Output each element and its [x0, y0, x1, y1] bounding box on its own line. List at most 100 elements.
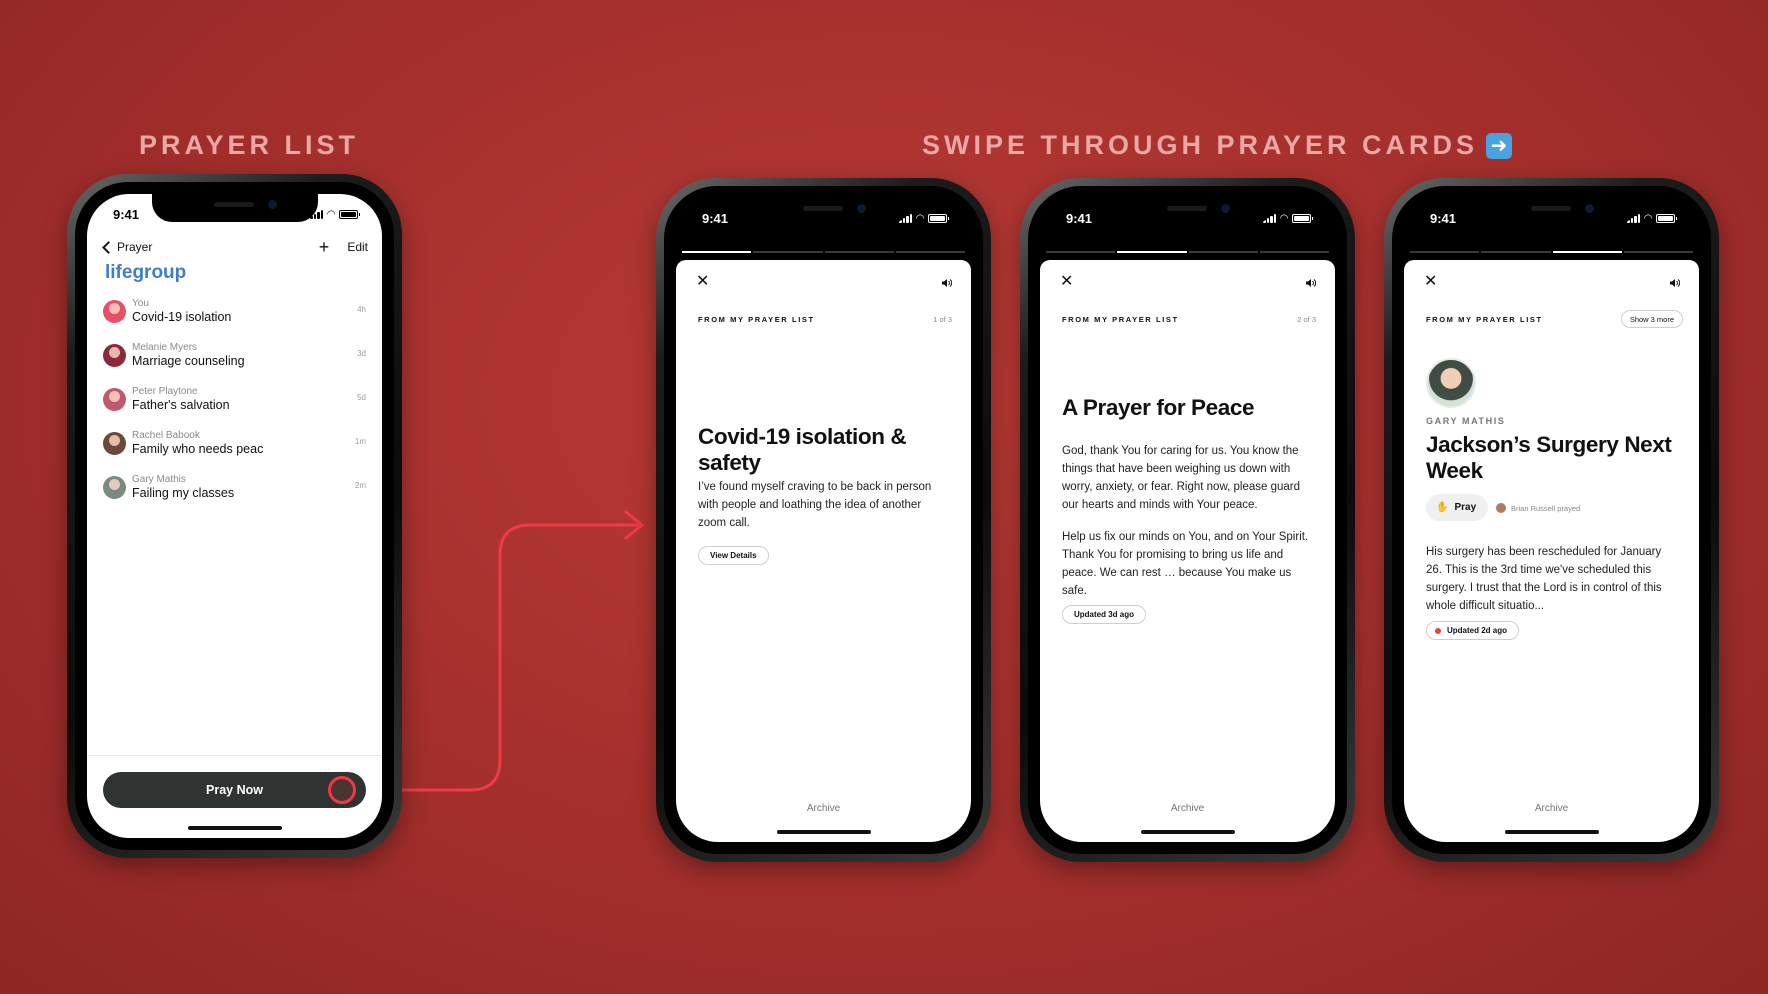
pray-now-button[interactable]: Pray Now	[103, 772, 366, 808]
prayer-list-heading: PRAYER LIST	[139, 130, 360, 160]
card-screen-1: 9:41 ◠ ✕ FROM MY PRAYER LIST 1 of 3 Covi…	[676, 198, 971, 842]
archive-button[interactable]: Archive	[1040, 803, 1335, 814]
story-progress	[1410, 251, 1693, 253]
story-progress	[1046, 251, 1329, 253]
item-timestamp: 2m	[354, 481, 366, 490]
notch	[740, 198, 907, 226]
group-title: lifegroup	[105, 262, 187, 283]
list-item[interactable]: Peter Playtone Father's salvation 5d	[103, 386, 368, 430]
speaker-icon[interactable]	[1305, 275, 1317, 293]
item-author: Melanie Myers	[132, 342, 198, 353]
close-icon[interactable]: ✕	[1060, 274, 1073, 290]
list-item[interactable]: You Covid-19 isolation 4h	[103, 298, 368, 342]
card-screen-3: 9:41 ◠ ✕ FROM MY PRAYER LIST Show 3 more…	[1404, 198, 1699, 842]
item-title: Covid-19 isolation	[132, 310, 232, 324]
prayed-by: Brian Russell prayed	[1496, 503, 1580, 513]
card-title: Jackson’s Surgery Next Week	[1426, 432, 1672, 483]
phone-card-2: 9:41 ◠ ✕ FROM MY PRAYER LIST 2 of 3 A Pr…	[1020, 178, 1355, 862]
status-time: 9:41	[1066, 210, 1093, 226]
item-author: Rachel Babook	[132, 430, 200, 441]
prayer-list-screen: 9:41 ◠ Prayer + Edit lifegroup You Covid-	[87, 194, 382, 838]
status-time: 9:41	[113, 206, 140, 222]
archive-button[interactable]: Archive	[1404, 803, 1699, 814]
item-title: Family who needs peac	[132, 442, 264, 456]
list-item[interactable]: Rachel Babook Family who needs peac 1m	[103, 430, 368, 474]
wifi-icon: ◠	[1644, 212, 1652, 224]
right-arrow-icon: ➜	[1486, 133, 1513, 159]
archive-button[interactable]: Archive	[676, 803, 971, 814]
home-indicator	[1504, 830, 1599, 834]
story-progress	[682, 251, 965, 253]
close-icon[interactable]: ✕	[1424, 274, 1437, 290]
updated-badge: Updated 2d ago	[1426, 621, 1520, 640]
prayer-card[interactable]: ✕ FROM MY PRAYER LIST Show 3 more GARY M…	[1404, 260, 1699, 842]
card-body: His surgery has been rescheduled for Jan…	[1426, 546, 1662, 612]
show-more-button[interactable]: Show 3 more	[1620, 310, 1683, 328]
battery-icon	[1292, 213, 1313, 223]
praying-hands-icon: ✋	[1436, 502, 1449, 513]
item-title: Marriage counseling	[132, 354, 245, 368]
prayer-list: You Covid-19 isolation 4h Melanie Myers Marr…	[103, 298, 368, 518]
phone-prayer-list: 9:41 ◠ Prayer + Edit lifegroup You Covid-	[67, 174, 402, 858]
add-prayer-button[interactable]: +	[319, 238, 330, 256]
avatar	[103, 300, 126, 323]
item-title: Father's salvation	[132, 398, 230, 412]
notch	[151, 194, 318, 222]
battery-icon	[1656, 213, 1677, 223]
edit-button[interactable]: Edit	[347, 240, 368, 254]
person-name: GARY MATHIS	[1426, 416, 1506, 426]
battery-icon	[928, 213, 949, 223]
phone-card-1: 9:41 ◠ ✕ FROM MY PRAYER LIST 1 of 3 Covi…	[656, 178, 991, 862]
avatar	[103, 344, 126, 367]
item-author: You	[132, 298, 149, 309]
phone-card-3: 9:41 ◠ ✕ FROM MY PRAYER LIST Show 3 more…	[1384, 178, 1719, 862]
list-item[interactable]: Gary Mathis Failing my classes 2m	[103, 474, 368, 518]
avatar	[103, 432, 126, 455]
updated-text: Updated 2d ago	[1447, 626, 1508, 635]
close-icon[interactable]: ✕	[696, 274, 709, 290]
notch	[1104, 198, 1271, 226]
wifi-icon: ◠	[916, 212, 924, 224]
item-timestamp: 3d	[357, 349, 366, 358]
swipe-heading-text: SWIPE THROUGH PRAYER CARDS	[922, 130, 1479, 160]
divider	[87, 755, 382, 756]
speaker-icon[interactable]	[941, 275, 953, 293]
back-label: Prayer	[117, 240, 153, 254]
avatar	[103, 476, 126, 499]
back-button[interactable]: Prayer	[101, 240, 152, 254]
card-source-label: FROM MY PRAYER LIST	[1062, 315, 1179, 324]
prayer-card[interactable]: ✕ FROM MY PRAYER LIST 2 of 3 A Prayer fo…	[1040, 260, 1335, 842]
item-title: Failing my classes	[132, 486, 235, 500]
battery-icon	[339, 209, 360, 219]
connector-start-circle	[328, 776, 356, 804]
notch	[1468, 198, 1635, 226]
view-details-button[interactable]: View Details	[698, 546, 769, 565]
card-source-label: FROM MY PRAYER LIST	[698, 315, 815, 324]
card-title: A Prayer for Peace	[1062, 395, 1255, 420]
prayer-card[interactable]: ✕ FROM MY PRAYER LIST 1 of 3 Covid-19 is…	[676, 260, 971, 842]
prayed-by-text: Brian Russell prayed	[1511, 503, 1581, 513]
avatar	[1426, 358, 1476, 408]
avatar	[1496, 503, 1506, 513]
list-item[interactable]: Melanie Myers Marriage counseling 3d	[103, 342, 368, 386]
connector-arrowhead	[624, 510, 644, 540]
card-title: Covid-19 isolation & safety	[698, 424, 907, 475]
updated-badge: Updated 3d ago	[1062, 605, 1147, 624]
card-source-label: FROM MY PRAYER LIST	[1426, 315, 1543, 324]
status-time: 9:41	[702, 210, 729, 226]
item-author: Peter Playtone	[132, 386, 198, 397]
status-time: 9:41	[1430, 210, 1457, 226]
speaker-icon[interactable]	[1669, 275, 1681, 293]
card-screen-2: 9:41 ◠ ✕ FROM MY PRAYER LIST 2 of 3 A Pr…	[1040, 198, 1335, 842]
pray-button[interactable]: ✋ Pray	[1426, 494, 1489, 521]
wifi-icon: ◠	[327, 208, 335, 220]
card-count: 2 of 3	[1297, 315, 1316, 324]
card-count: 1 of 3	[933, 315, 952, 324]
item-author: Gary Mathis	[132, 474, 186, 485]
wifi-icon: ◠	[1280, 212, 1288, 224]
home-indicator	[187, 826, 282, 830]
swipe-heading: SWIPE THROUGH PRAYER CARDS ➜	[922, 130, 1513, 161]
home-indicator	[776, 830, 871, 834]
nav-bar: Prayer + Edit	[101, 236, 368, 258]
pray-label: Pray	[1454, 502, 1477, 513]
